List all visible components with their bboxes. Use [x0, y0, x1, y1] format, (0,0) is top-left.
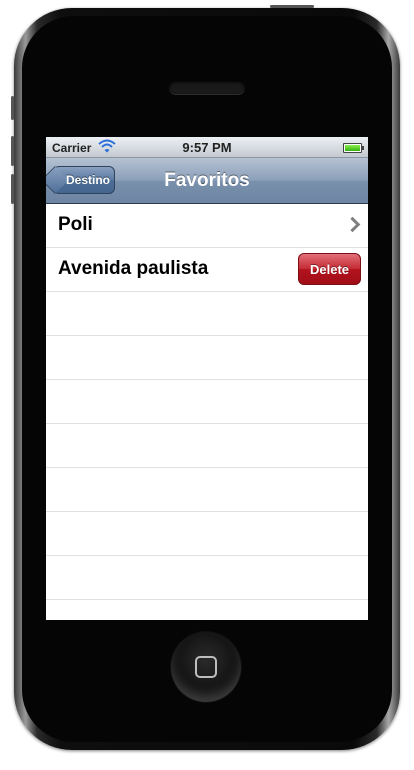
- chevron-right-icon: [344, 216, 361, 233]
- page-title: Favoritos: [164, 170, 250, 191]
- empty-table-row: [46, 336, 368, 380]
- battery-icon: [343, 143, 364, 153]
- empty-table-row: [46, 468, 368, 512]
- status-bar: Carrier 9:57 PM: [46, 137, 368, 158]
- favorite-label: Poli: [58, 214, 93, 235]
- empty-table-row: [46, 424, 368, 468]
- mute-switch: [11, 96, 14, 120]
- empty-table-row: [46, 556, 368, 600]
- delete-button[interactable]: Delete: [298, 253, 361, 285]
- favorites-table[interactable]: Poli Avenida paulista Delete: [46, 204, 368, 600]
- navigation-bar: Destino Favoritos: [46, 158, 368, 204]
- table-row[interactable]: Avenida paulista Delete: [46, 248, 368, 292]
- empty-table-row: [46, 292, 368, 336]
- volume-down-button: [11, 174, 14, 204]
- status-time: 9:57 PM: [182, 140, 232, 155]
- earpiece-speaker: [169, 80, 245, 94]
- empty-table-row: [46, 512, 368, 556]
- home-button[interactable]: [171, 632, 241, 702]
- empty-table-row: [46, 380, 368, 424]
- volume-up-button: [11, 136, 14, 166]
- favorite-label: Avenida paulista: [58, 258, 209, 279]
- table-row[interactable]: Poli: [46, 204, 368, 248]
- screen: Carrier 9:57 PM Destino Favoritos Poli A…: [46, 137, 368, 620]
- sleep-wake-button: [270, 5, 314, 8]
- home-square-icon: [195, 656, 217, 678]
